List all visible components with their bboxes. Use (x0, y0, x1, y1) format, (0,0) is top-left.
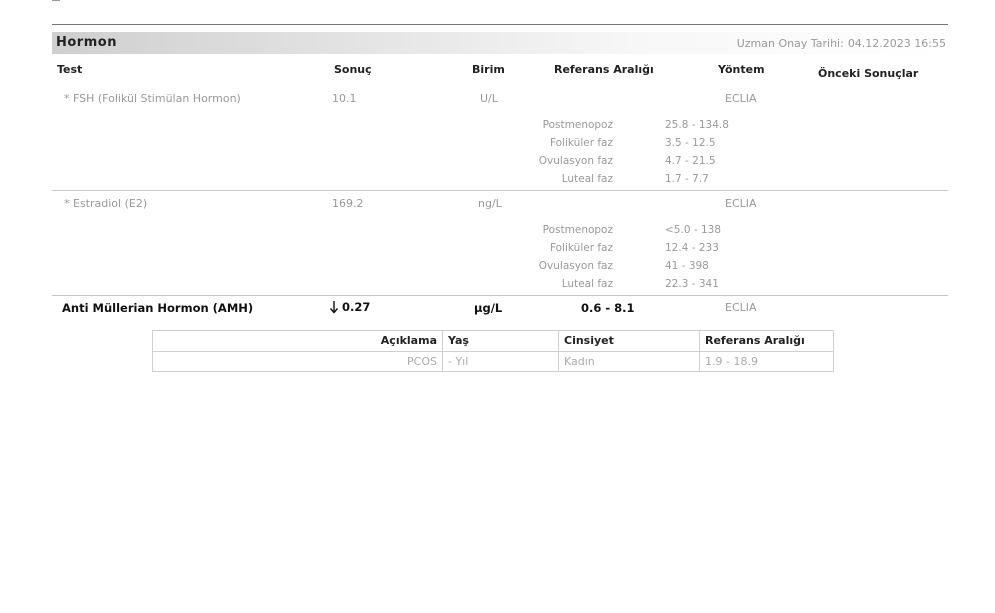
test-result: 169.2 (332, 197, 364, 210)
column-header-result: Sonuç (334, 63, 372, 76)
reference-label: Postmenopoz (542, 119, 613, 131)
column-header-reference: Referans Aralığı (554, 63, 654, 76)
column-header-method: Yöntem (718, 63, 765, 76)
reference-value: 12.4 - 233 (665, 242, 719, 254)
approval-date: 04.12.2023 16:55 (847, 37, 946, 50)
section-top-rule (52, 24, 948, 25)
approval-info: Uzman Onay Tarihi: 04.12.2023 16:55 (737, 37, 946, 50)
column-header-test: Test (57, 63, 83, 76)
test-method: ECLIA (725, 92, 757, 105)
reference-value: 4.7 - 21.5 (665, 155, 716, 167)
column-header-unit: Birim (472, 63, 505, 76)
reference-value: 41 - 398 (665, 260, 709, 272)
reference-label: Foliküler faz (549, 242, 613, 254)
header-range: Referans Aralığı (705, 334, 805, 347)
table-header-row: Açıklama Yaş Cinsiyet Referans Aralığı (153, 331, 833, 351)
column-header-previous: Önceki Sonuçlar (818, 67, 919, 80)
test-reference: 0.6 - 8.1 (581, 301, 635, 315)
test-method: ECLIA (725, 301, 757, 314)
reference-label: Postmenopoz (542, 224, 613, 236)
section-title: Hormon (56, 35, 117, 50)
reference-value: 3.5 - 12.5 (665, 137, 716, 149)
test-unit: U/L (480, 92, 498, 105)
reference-label: Ovulasyon faz (538, 155, 613, 167)
test-method: ECLIA (725, 197, 757, 210)
test-result-low: 0.27 (329, 300, 370, 314)
test-unit: ng/L (478, 197, 502, 210)
reference-label: Ovulasyon faz (538, 260, 613, 272)
table-row: PCOS - Yıl Kadın 1.9 - 18.9 (153, 351, 833, 372)
reference-value: 1.7 - 7.7 (665, 173, 709, 185)
top-edge-mark (52, 0, 60, 4)
test-name: * FSH (Folikül Stimülan Hormon) (64, 92, 241, 105)
arrow-down-icon (329, 301, 339, 314)
amh-reference-table: Açıklama Yaş Cinsiyet Referans Aralığı P… (152, 330, 834, 372)
section-header: Hormon Uzman Onay Tarihi: 04.12.2023 16:5… (52, 32, 948, 54)
reference-label: Luteal faz (561, 173, 613, 185)
test-name: Anti Müllerian Hormon (AMH) (62, 301, 254, 315)
cell-description: PCOS (153, 352, 443, 372)
row-divider (52, 295, 948, 296)
cell-age: - Yıl (443, 352, 559, 372)
test-unit: µg/L (474, 301, 503, 315)
header-age: Yaş (443, 331, 559, 351)
approval-label: Uzman Onay Tarihi: (736, 37, 844, 50)
test-name: * Estradiol (E2) (64, 197, 148, 210)
reference-label: Luteal faz (561, 278, 613, 290)
reference-value: <5.0 - 138 (665, 224, 722, 236)
reference-label: Foliküler faz (549, 137, 613, 149)
test-result: 0.27 (342, 300, 371, 314)
cell-gender: Kadın (559, 352, 700, 372)
cell-range: 1.9 - 18.9 (705, 355, 758, 368)
header-gender: Cinsiyet (559, 331, 700, 351)
row-divider (52, 190, 948, 191)
test-result: 10.1 (332, 92, 357, 105)
reference-value: 25.8 - 134.8 (665, 119, 729, 131)
reference-value: 22.3 - 341 (665, 278, 719, 290)
header-description: Açıklama (153, 331, 443, 351)
